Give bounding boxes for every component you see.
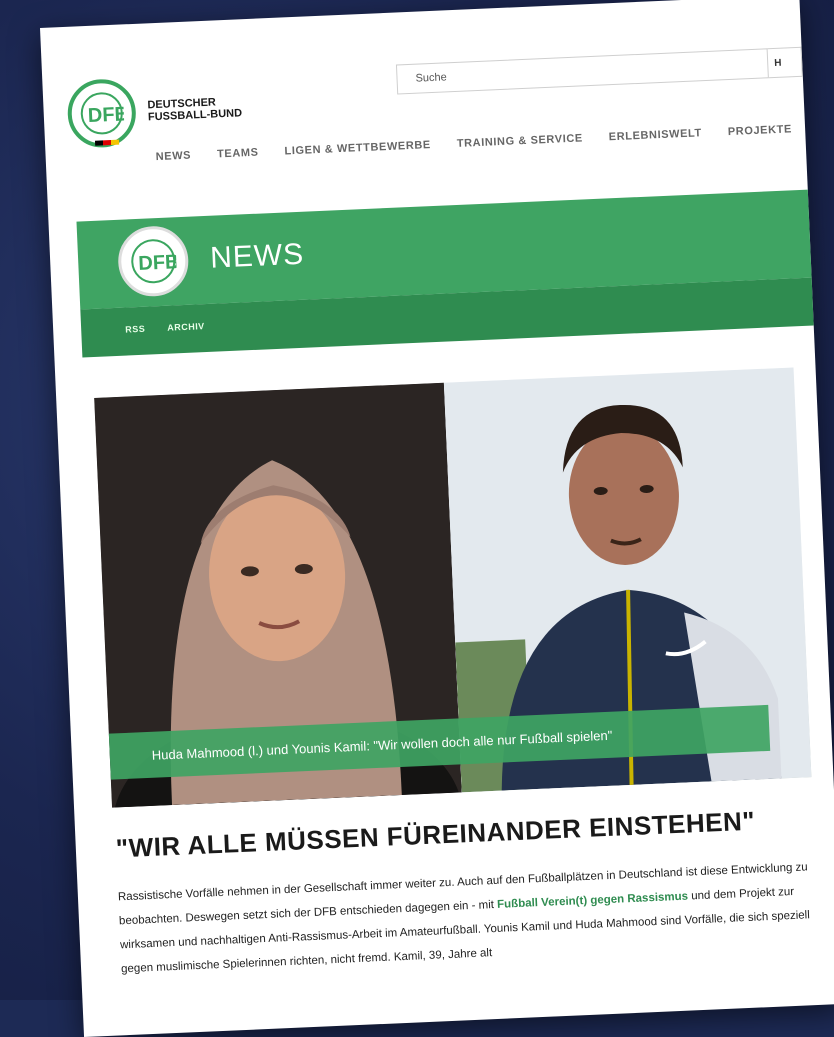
article-link[interactable]: Fußball Verein(t) gegen Rassismus	[497, 891, 688, 911]
svg-text:DFB: DFB	[138, 251, 177, 275]
search-button[interactable]: H	[767, 46, 803, 79]
subnav-rss[interactable]: RSS	[125, 324, 145, 335]
nav-item-projekte[interactable]: PROJEKTE	[728, 123, 793, 138]
nav-item-erlebniswelt[interactable]: ERLEBNISWELT	[609, 127, 703, 143]
dfb-emblem-icon: DFB	[80, 92, 125, 135]
hero-image[interactable]: Huda Mahmood (l.) und Younis Kamil: "Wir…	[94, 367, 812, 808]
nav-item-news[interactable]: NEWS	[155, 150, 191, 164]
section-title: NEWS	[209, 237, 305, 275]
section-banner: DFB NEWS RSS ARCHIV	[76, 189, 822, 358]
search-input[interactable]: Suche	[395, 48, 769, 95]
brand-name[interactable]: DEUTSCHER FUSSBALL-BUND	[147, 95, 242, 123]
main-nav: NEWS TEAMS LIGEN & WETTBEWERBE TRAINING …	[155, 123, 792, 163]
nav-item-ligen[interactable]: LIGEN & WETTBEWERBE	[284, 139, 431, 157]
dfb-logo-icon[interactable]: DFB	[66, 77, 138, 149]
site-header: DFB DEUTSCHER FUSSBALL-BUND Suche H NEWS…	[40, 0, 807, 198]
dfb-emblem-icon: DFB	[131, 239, 177, 284]
subnav-archiv[interactable]: ARCHIV	[167, 321, 205, 333]
nav-item-teams[interactable]: TEAMS	[217, 147, 259, 161]
browser-page: DFB DEUTSCHER FUSSBALL-BUND Suche H NEWS…	[40, 0, 834, 1037]
svg-text:DFB: DFB	[87, 103, 124, 127]
section-logo-icon: DFB	[116, 224, 190, 298]
article-body: Rassistische Vorfälle nehmen in der Gese…	[117, 855, 821, 981]
flag-stripe-icon	[94, 139, 120, 146]
nav-item-training[interactable]: TRAINING & SERVICE	[457, 132, 584, 149]
article-headline: "WIR ALLE MÜSSEN FÜREINANDER EINSTEHEN"	[115, 805, 756, 864]
